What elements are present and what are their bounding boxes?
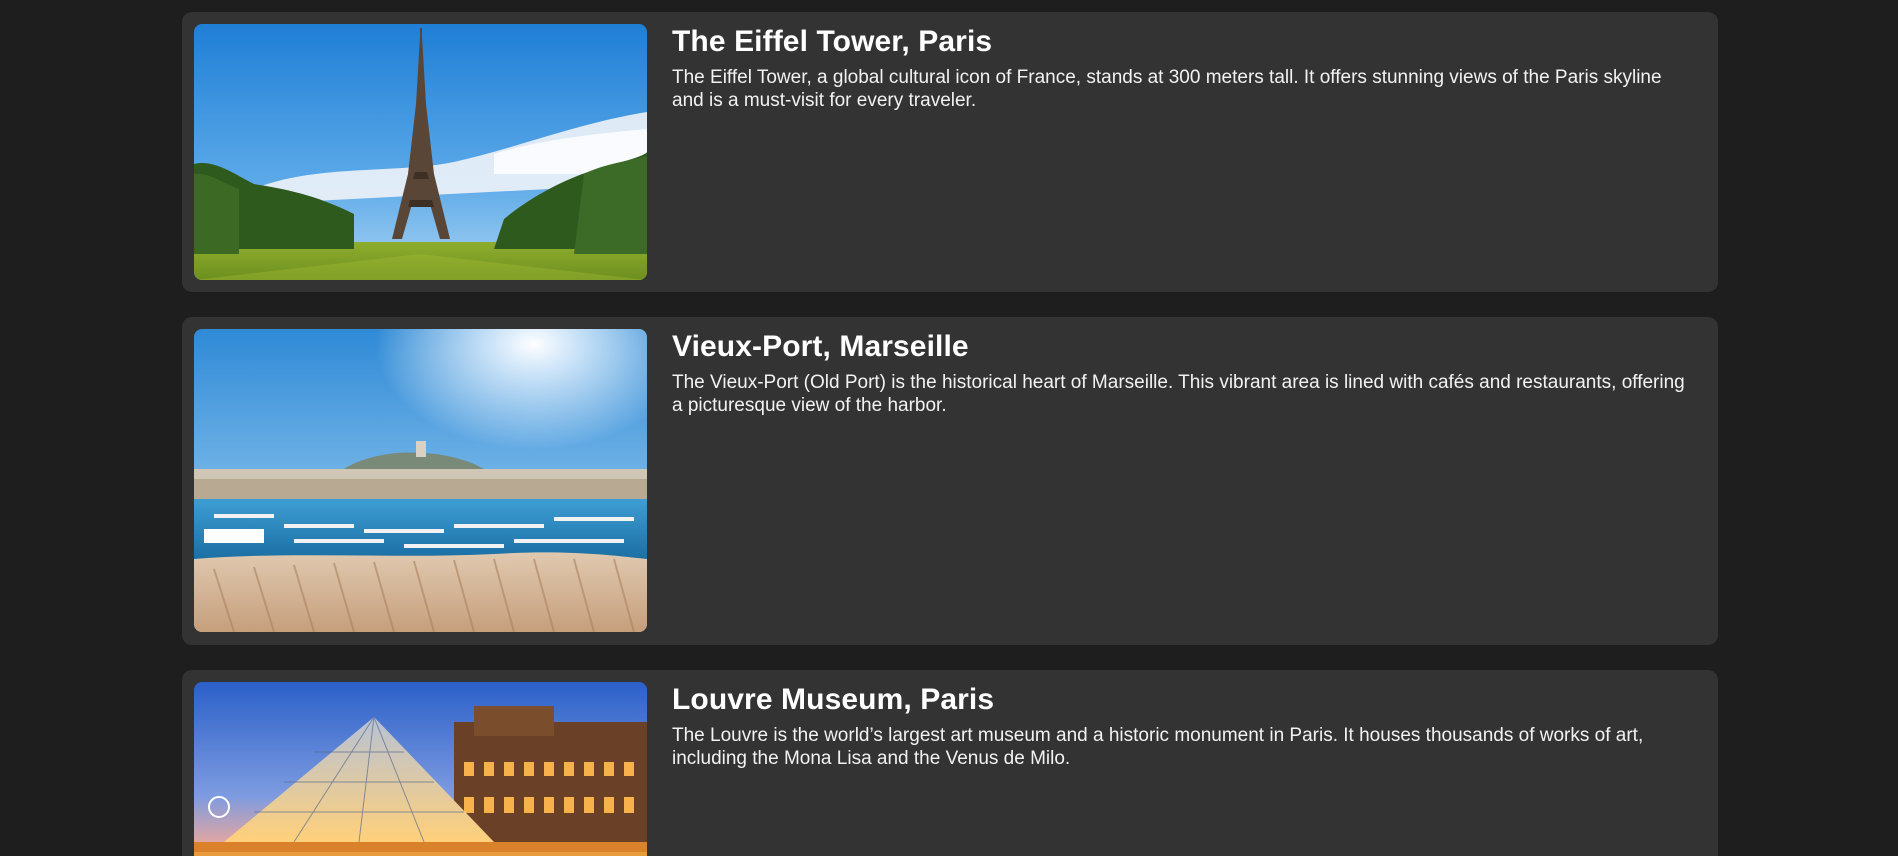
destination-list: The Eiffel Tower, Paris The Eiffel Tower… [0, 0, 1898, 856]
destination-text: Vieux-Port, Marseille The Vieux-Port (Ol… [672, 329, 1698, 417]
destination-title: Louvre Museum, Paris [672, 683, 995, 716]
destination-title: The Eiffel Tower, Paris [672, 25, 993, 58]
destination-card-eiffel-tower[interactable]: The Eiffel Tower, Paris The Eiffel Tower… [182, 12, 1718, 292]
destination-text: Louvre Museum, Paris The Louvre is the w… [672, 682, 1698, 770]
vieux-port-image[interactable] [194, 329, 647, 632]
destination-description: The Louvre is the world’s largest art mu… [672, 725, 1644, 769]
eiffel-tower-image[interactable] [194, 24, 647, 280]
destination-description: The Eiffel Tower, a global cultural icon… [672, 67, 1662, 111]
destination-title: Vieux-Port, Marseille [672, 330, 969, 363]
destination-text: The Eiffel Tower, Paris The Eiffel Tower… [672, 24, 1698, 112]
louvre-museum-image[interactable] [194, 682, 647, 856]
destination-card-vieux-port[interactable]: Vieux-Port, Marseille The Vieux-Port (Ol… [182, 317, 1718, 645]
destination-card-louvre-museum[interactable]: Louvre Museum, Paris The Louvre is the w… [182, 670, 1718, 856]
destination-description: The Vieux-Port (Old Port) is the histori… [672, 372, 1685, 416]
